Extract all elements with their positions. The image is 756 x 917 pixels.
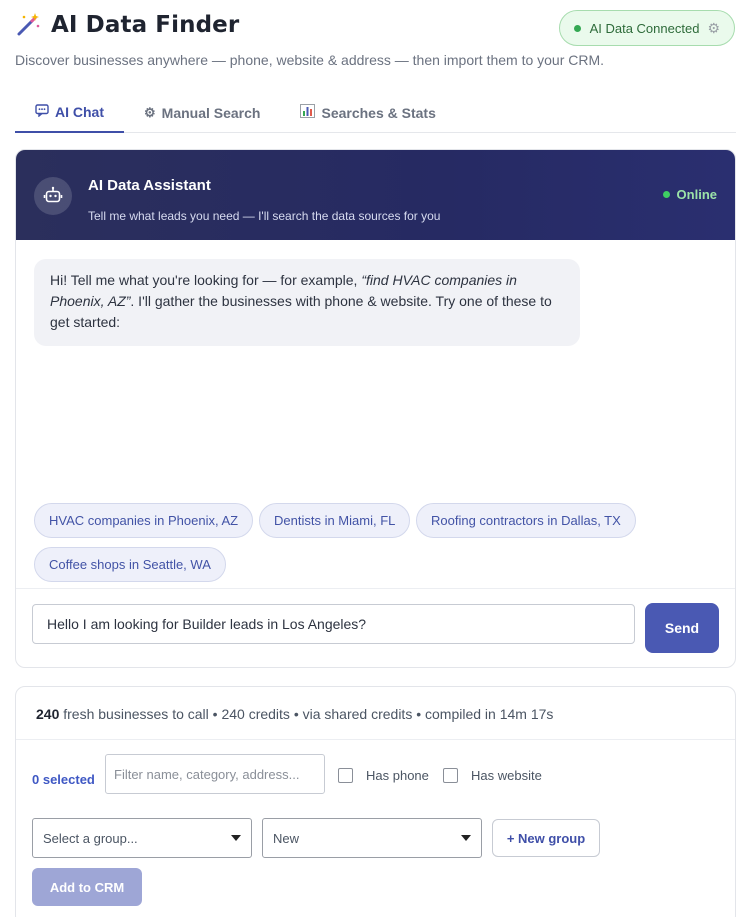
status-select-value: New [273,830,300,846]
chevron-down-icon [461,835,471,841]
group-select[interactable]: Select a group... [32,818,252,858]
connection-status-label: AI Data Connected [589,20,700,36]
results-panel: 240 fresh businesses to call • 240 credi… [15,686,736,917]
page-header: AI Data Finder Discover businesses anywh… [15,10,735,90]
tab-label: Searches & Stats [321,104,436,121]
title-row: AI Data Finder [15,12,239,38]
divider [16,739,735,740]
results-summary-text: fresh businesses to call • 240 credits •… [59,706,554,722]
tab-searches-stats[interactable]: Searches & Stats [280,92,455,133]
suggestion-chip[interactable]: Coffee shops in Seattle, WA [34,547,226,582]
add-to-crm-button[interactable]: Add to CRM [32,868,142,906]
new-group-button[interactable]: + New group [492,819,600,857]
status-dot-icon [573,24,581,32]
tab-label: Manual Search [161,104,261,121]
chat-bubble-icon [35,103,49,120]
results-summary: 240 fresh businesses to call • 240 credi… [36,706,553,722]
suggestion-chip[interactable]: Roofing contractors in Dallas, TX [416,503,636,538]
has-website-label: Has website [471,768,542,783]
tab-manual-search[interactable]: ⚙ Manual Search [124,92,280,133]
page-title: AI Data Finder [51,12,240,38]
selected-count: 0 selected [32,772,95,787]
status-select[interactable]: New [262,818,482,858]
message-lead: Hi! Tell me what you're looking for — fo… [50,272,362,288]
gear-icon[interactable]: ⚙ [707,20,720,37]
online-dot-icon [662,191,670,198]
send-button[interactable]: Send [645,603,719,653]
assistant-title: AI Data Assistant [88,177,211,194]
magic-wand-icon [15,12,41,38]
online-status: Online [662,187,717,202]
tab-ai-chat[interactable]: AI Chat [15,92,124,133]
results-count: 240 [36,706,60,722]
filter-input[interactable]: Filter name, category, address... [105,754,325,794]
suggestion-chip[interactable]: HVAC companies in Phoenix, AZ [34,503,254,538]
assistant-message: Hi! Tell me what you're looking for — fo… [34,259,580,346]
suggestion-chip[interactable]: Dentists in Miami, FL [259,503,411,538]
chat-panel: AI Data Assistant Tell me what leads you… [15,149,736,668]
online-label: Online [676,187,717,202]
chat-input[interactable]: Hello I am looking for Builder leads in … [32,604,635,644]
chat-input-row: Hello I am looking for Builder leads in … [16,588,735,667]
chevron-down-icon [231,835,241,841]
bar-chart-icon [300,104,316,121]
connection-status-badge[interactable]: AI Data Connected ⚙ [558,10,735,46]
has-phone-checkbox[interactable] [338,768,353,783]
gear-icon: ⚙ [144,104,156,120]
has-phone-filter[interactable]: Has phone [338,768,429,783]
page-subtitle: Discover businesses anywhere — phone, we… [15,52,605,68]
has-website-filter[interactable]: Has website [443,768,542,783]
assistant-header: AI Data Assistant Tell me what leads you… [16,150,735,240]
tab-label: AI Chat [55,103,104,120]
assistant-subtitle: Tell me what leads you need — I'll searc… [88,209,441,223]
tab-bar: AI Chat ⚙ Manual Search Searches & Stats [15,92,736,133]
robot-icon [34,177,72,215]
group-select-value: Select a group... [43,830,138,846]
has-website-checkbox[interactable] [443,768,458,783]
has-phone-label: Has phone [366,768,429,783]
